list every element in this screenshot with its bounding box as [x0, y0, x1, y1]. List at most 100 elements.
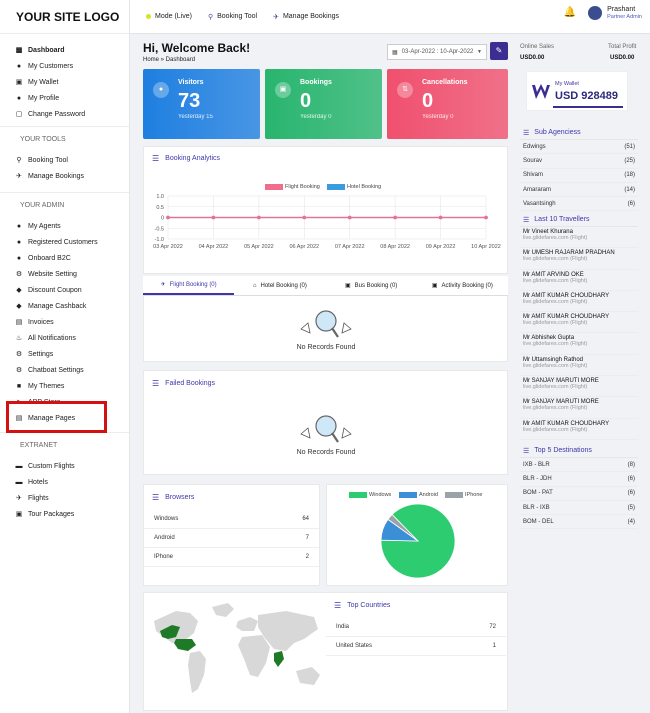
list-item[interactable]: Mr Abhishek Gupta live.glidefares.com (Fl… [520, 333, 638, 355]
tools-menu: ⚲ Booking Tool ✈ Manage Bookings [0, 152, 129, 184]
bell-icon[interactable]: 🔔 [564, 7, 576, 18]
destinations-title: ☰ Top 5 Destinations [520, 444, 638, 458]
hotel-icon: ⌂ [252, 282, 257, 289]
series-point [166, 215, 170, 220]
section-extranet-title: EXTRANET [0, 432, 129, 458]
search-icon: ⚲ [207, 13, 214, 21]
list-item[interactable]: Mr Vineet Khurana live.glidefares.com (Fl… [520, 227, 638, 249]
list-item[interactable]: Sourav (25) [520, 154, 638, 169]
item-name: Vasantsingh [523, 200, 556, 207]
tab-activity-booking-0[interactable]: ▣ Activity Booking (0) [416, 276, 508, 295]
sidebar-item-invoices[interactable]: ▤ Invoices [0, 314, 129, 330]
list-item[interactable]: IXB - BLR (8) [520, 458, 638, 473]
sidebar-item-all-notifications[interactable]: ♨ All Notifications [0, 330, 129, 346]
edit-button[interactable]: ✎ [490, 42, 508, 60]
sidebar-item-booking-tool[interactable]: ⚲ Booking Tool [0, 152, 129, 168]
cancellations-label: Cancellations [422, 79, 468, 86]
bell-icon: ♨ [15, 335, 23, 342]
sidebar-item-label: All Notifications [28, 334, 76, 342]
item-name: Sourav [523, 157, 543, 164]
camera-icon: ▣ [15, 511, 23, 518]
tag-icon: ◆ [16, 303, 22, 310]
breadcrumb[interactable]: Home » Dashboard [143, 57, 250, 63]
sidebar-item-manage-bookings[interactable]: ✈ Manage Bookings [0, 168, 129, 184]
list-item[interactable]: Mr UMESH RAJARAM PRADHAN live.glidefares.… [520, 248, 638, 270]
list-item[interactable]: BOM - PAT (6) [520, 487, 638, 501]
list-item[interactable]: Vasantsingh (6) [520, 197, 638, 212]
top-countries-card: ☰ Top Countries India 72 United States 1 [143, 592, 508, 711]
list-item[interactable]: Mr AMIT KUMAR CHOUDHARY live.glidefares.c… [520, 312, 638, 334]
sidebar-item-my-themes[interactable]: ■ My Themes [0, 378, 129, 394]
list-item[interactable]: Mr SANJAY MARUTI MORE live.glidefares.com… [520, 397, 638, 419]
sidebar-item-manage-cashback[interactable]: ◆ Manage Cashback [0, 298, 129, 314]
avatar[interactable] [588, 5, 603, 20]
sidebar-item-label: Booking Tool [28, 156, 68, 164]
sidebar-item-registered-customers[interactable]: ● Registered Customers [0, 234, 129, 250]
mode-toggle[interactable]: Mode (Live) [146, 13, 192, 20]
failed-no-records-block: No Records Found [271, 414, 381, 456]
item-name: BLR - IXB [523, 504, 550, 511]
sidebar-item-my-agents[interactable]: ● My Agents [0, 218, 129, 234]
list-item[interactable]: BLR - IXB (5) [520, 501, 638, 516]
series-point [438, 215, 443, 220]
bookings-card[interactable]: ▣ Bookings 0 Yesterday 0 [265, 69, 382, 139]
browsers-title: ☰ Browsers [152, 493, 194, 502]
browsers-pie-card: Windows Android IPhone [326, 484, 508, 586]
tab-hotel-booking-0[interactable]: ⌂ Hotel Booking (0) [234, 276, 326, 295]
sidebar-item-settings[interactable]: ⚙ Settings [0, 346, 129, 362]
sidebar-item-website-setting[interactable]: ⚙ Website Setting [0, 266, 129, 282]
sidebar-item-hotels[interactable]: ▬ Hotels [0, 474, 129, 490]
date-range-picker[interactable]: ▦ 03-Apr-2022 : 10-Apr-2022 ▼ [387, 44, 487, 60]
tab-flight-booking-0[interactable]: ✈ Flight Booking (0) [143, 276, 235, 295]
sidebar-item-chatboat-settings[interactable]: ⚙ Chatboat Settings [0, 362, 129, 378]
traveller-source: live.glidefares.com (Flight) [523, 277, 588, 284]
sidebar-item-dashboard[interactable]: ▩ Dashboard [0, 42, 129, 58]
list-item[interactable]: Edwings (51) [520, 140, 638, 155]
tab-label: Hotel Booking (0) [260, 282, 307, 289]
bookings-value: 0 [300, 90, 312, 112]
sidebar-item-my-wallet[interactable]: ▣ My Wallet [0, 74, 129, 90]
sidebar-item-change-password[interactable]: ▢ Change Password [0, 106, 129, 122]
camera-icon: ▣ [431, 283, 438, 289]
list-item[interactable]: BOM - DEL (4) [520, 515, 638, 530]
sidebar-item-flights[interactable]: ✈ Flights [0, 490, 129, 506]
user-menu[interactable]: Prashant Partner Admin [607, 5, 642, 20]
total-profit-label: Total Profit [608, 44, 637, 50]
list-item[interactable]: BLR - JDH (6) [520, 472, 638, 487]
list-item[interactable]: Mr SANJAY MARUTI MORE live.glidefares.com… [520, 376, 638, 398]
list-icon: ☰ [523, 447, 530, 455]
list-item[interactable]: Mr AMIT ARVIND OKE live.glidefares.com (F… [520, 270, 638, 291]
item-count: (4) [627, 518, 635, 525]
failed-bookings-card: ☰ Failed Bookings No Records Found [143, 370, 508, 475]
list-item[interactable]: Shivam (18) [520, 169, 638, 183]
sidebar-item-my-profile[interactable]: ● My Profile [0, 90, 129, 106]
list-item[interactable]: Mr AMIT KUMAR CHOUDHARY live.glidefares.c… [520, 291, 638, 313]
sidebar-item-discount-coupon[interactable]: ◆ Discount Coupon [0, 282, 129, 298]
site-logo[interactable]: YOUR SITE LOGO [0, 0, 129, 34]
sidebar-item-custom-flights[interactable]: ▬ Custom Flights [0, 458, 129, 474]
topbar-booking-tool[interactable]: ⚲ Booking Tool [208, 13, 257, 21]
list-item[interactable]: Mr AMIT KUMAR CHOUDHARY live.glidefares.c… [520, 419, 638, 440]
list-icon: ☰ [334, 601, 342, 610]
sidebar-item-label: Discount Coupon [28, 286, 82, 294]
sidebar-item-label: Custom Flights [28, 462, 75, 470]
destinations-title-text: Top 5 Destinations [534, 447, 592, 454]
browser-name: IPhone [154, 554, 174, 560]
country-count: 72 [489, 624, 496, 630]
sidebar-item-label: Settings [28, 350, 54, 358]
list-item[interactable]: Amararam (14) [520, 183, 638, 198]
item-name: Edwings [523, 143, 546, 150]
bookings-icon: ▣ [275, 82, 291, 98]
tab-bus-booking-0[interactable]: ▣ Bus Booking (0) [325, 276, 417, 295]
page-header: Hi, Welcome Back! Home » Dashboard [143, 41, 250, 63]
sidebar-item-label: Dashboard [28, 46, 65, 54]
cancellations-card[interactable]: ⇅ Cancellations 0 Yesterday 0 [387, 69, 508, 139]
sidebar-item-onboard-b2c[interactable]: ● Onboard B2C [0, 250, 129, 266]
sidebar-item-tour-packages[interactable]: ▣ Tour Packages [0, 506, 129, 522]
list-item[interactable]: Mr Uttamsingh Rathod live.glidefares.com … [520, 355, 638, 377]
travellers-section: ☰ Last 10 Travellers Mr Vineet Khurana liv… [520, 213, 638, 440]
topbar-manage-bookings[interactable]: ✈ Manage Bookings [273, 13, 339, 21]
visitors-card[interactable]: ● Visitors 73 Yesterday 15 [143, 69, 260, 139]
sidebar-item-my-customers[interactable]: ● My Customers [0, 58, 129, 74]
wallet-card[interactable]: My Wallet USD 928489 [526, 71, 628, 111]
